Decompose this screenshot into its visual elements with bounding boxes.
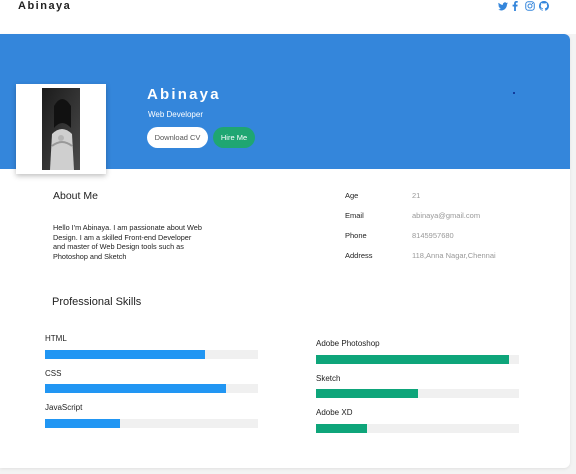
info-label-age: Age: [345, 191, 359, 200]
info-label-address: Address: [345, 251, 373, 260]
banner-dot: [513, 92, 515, 94]
about-me-text: Hello I'm Abinaya. I am passionate about…: [53, 223, 202, 261]
facebook-icon[interactable]: [512, 0, 518, 12]
about-me-heading: About Me: [53, 190, 98, 202]
professional-skills-heading: Professional Skills: [52, 296, 142, 308]
info-value-phone[interactable]: 8145957680: [412, 231, 454, 240]
instagram-icon[interactable]: [525, 0, 535, 12]
top-nav-bar: Abinaya: [0, 0, 576, 34]
brand-logo-text[interactable]: Abinaya: [18, 0, 71, 12]
twitter-icon[interactable]: [498, 0, 508, 12]
skill-fill-adobe-xd: [316, 424, 367, 433]
skill-bar-html: [45, 350, 258, 359]
skill-label-photoshop: Adobe Photoshop: [316, 339, 380, 348]
info-value-email[interactable]: abinaya@gmail.com: [412, 211, 480, 220]
github-icon[interactable]: [539, 0, 549, 12]
skill-fill-javascript: [45, 419, 120, 428]
skill-bar-css: [45, 384, 258, 393]
info-label-phone: Phone: [345, 231, 367, 240]
skill-bar-adobe-xd: [316, 424, 519, 433]
skill-label-css: CSS: [45, 369, 62, 378]
profile-role: Web Developer: [148, 110, 203, 119]
profile-name: Abinaya: [147, 86, 221, 103]
skill-fill-photoshop: [316, 355, 509, 364]
hire-me-button[interactable]: Hire Me: [213, 127, 255, 148]
skill-bar-photoshop: [316, 355, 519, 364]
skill-fill-css: [45, 384, 227, 393]
skill-bar-sketch: [316, 389, 519, 398]
download-cv-button[interactable]: Download CV: [147, 127, 208, 148]
skill-fill-sketch: [316, 389, 418, 398]
profile-photo-frame: [16, 84, 106, 174]
profile-photo: [42, 88, 80, 170]
skill-label-html: HTML: [45, 334, 67, 343]
skill-bar-javascript: [45, 419, 258, 428]
info-label-email: Email: [345, 211, 364, 220]
skill-label-sketch: Sketch: [316, 374, 341, 383]
info-value-age: 21: [412, 191, 421, 200]
skill-label-javascript: JavaScript: [45, 403, 83, 412]
skill-fill-html: [45, 350, 205, 359]
info-value-address: 118,Anna Nagar,Chennai: [412, 251, 496, 260]
skill-label-adobe-xd: Adobe XD: [316, 408, 353, 417]
